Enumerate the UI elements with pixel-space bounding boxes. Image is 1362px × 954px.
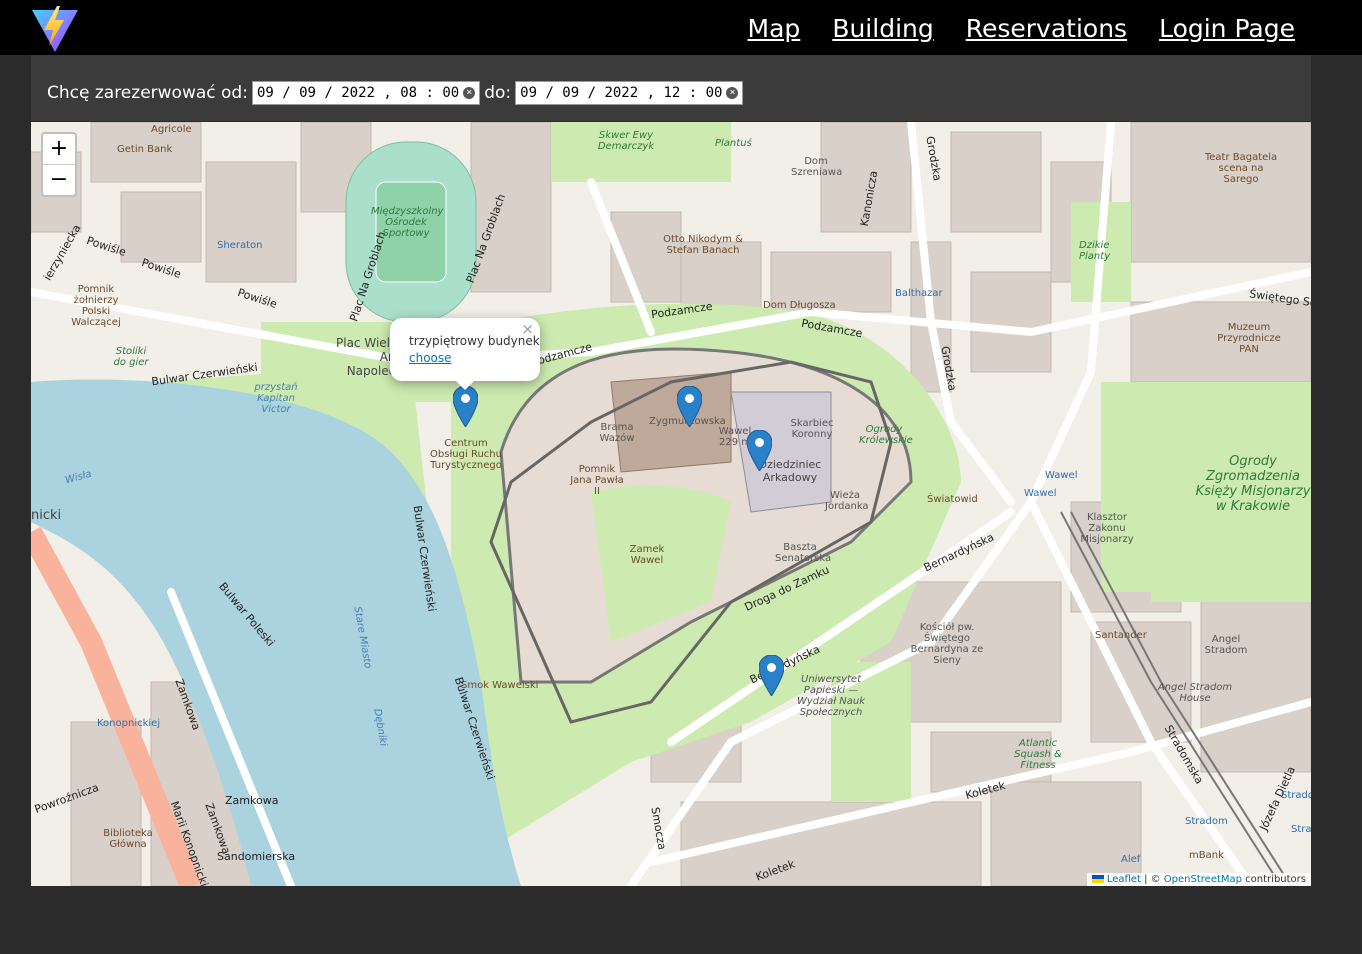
ukraine-flag-icon: [1091, 875, 1104, 883]
label-biblioteka: Biblioteka Główna: [103, 828, 153, 850]
label-santander: Santander: [1095, 630, 1147, 641]
from-datetime-value: 09 / 09 / 2022 , 08 : 00: [256, 85, 460, 101]
nav-link-map[interactable]: Map: [748, 14, 801, 43]
nav-link-reservations[interactable]: Reservations: [966, 14, 1127, 43]
label-klasztor: Klasztor Zakonu Misjonarzy: [1080, 512, 1134, 545]
label-smok: Smok Wawelski: [461, 680, 539, 691]
from-clear-icon[interactable]: ×: [463, 87, 476, 99]
label-pomnik-zolnierzy: Pomnik żołnierzy Polski Walczącej: [71, 284, 121, 328]
map-marker-icon[interactable]: [453, 386, 478, 427]
top-navbar: Map Building Reservations Login Page: [0, 0, 1362, 55]
label-zamkowa-2: Zamkowa: [225, 794, 279, 807]
label-stradom-2: Stradom: [1281, 790, 1311, 801]
nav-links: Map Building Reservations Login Page: [748, 14, 1295, 43]
marker-popup: × trzypiętrowy budynek choose: [390, 318, 540, 390]
zoom-out-button[interactable]: −: [43, 165, 75, 195]
to-clear-icon[interactable]: ×: [726, 87, 739, 99]
label-sheraton: Sheraton: [217, 240, 263, 251]
map-container[interactable]: Agricole Getin Bank Sheraton Międzyszkol…: [31, 122, 1311, 886]
label-centrum: Centrum Obsługi Ruchu Turystycznego: [430, 438, 502, 471]
label-stradom: Stradom: [1185, 816, 1228, 827]
zoom-control: + −: [41, 132, 77, 197]
popup-text: trzypiętrowy budynek: [409, 334, 540, 348]
vite-logo-icon[interactable]: [30, 4, 80, 54]
from-datetime-input[interactable]: 09 / 09 / 2022 , 08 : 00 ×: [251, 81, 481, 105]
label-zamek: Zamek Wawel: [629, 544, 665, 566]
map-marker-icon[interactable]: [759, 655, 784, 696]
popup-tip: [455, 380, 475, 390]
label-skwer: Skwer Ewy Demarczyk: [597, 130, 655, 152]
label-wawel-stop-2: Wawel: [1024, 488, 1057, 499]
label-plantus: Plantuś: [715, 138, 752, 149]
attribution-sep: | ©: [1140, 874, 1164, 885]
label-swiatowid: Światowid: [927, 494, 978, 505]
label-brama: Brama Wazów: [599, 422, 635, 444]
label-przystan: przystań Kapitan Victor: [254, 382, 298, 415]
from-label: Chcę zarezerwować od:: [47, 83, 248, 103]
label-bagatela: Teatr Bagatela scena na Sarego: [1204, 152, 1278, 185]
label-getin: Getin Bank: [117, 144, 173, 155]
label-ogrody-ksiezy: Ogrody Zgromadzenia Księży Misjonarzy w …: [1195, 454, 1311, 514]
label-mbank: mBank: [1189, 850, 1224, 861]
label-skarbiec: Skarbiec Koronny: [790, 418, 834, 440]
zoom-in-button[interactable]: +: [43, 134, 75, 165]
reservation-filter-panel: Chcę zarezerwować od: 09 / 09 / 2022 , 0…: [31, 55, 1311, 121]
to-datetime-value: 09 / 09 / 2022 , 12 : 00: [520, 85, 723, 101]
attribution-suffix: contributors: [1242, 874, 1306, 885]
label-dom-szreniawa: Dom Szreniawa: [791, 156, 843, 178]
date-range-form: Chcę zarezerwować od: 09 / 09 / 2022 , 0…: [47, 81, 747, 105]
label-dzikie: Dzikie Planty: [1079, 240, 1111, 262]
label-kosciol: Kościół pw. Świętego Bernardyna ze Sieny: [910, 622, 984, 666]
map-marker-icon[interactable]: [677, 386, 702, 427]
to-label: do:: [484, 83, 512, 103]
label-otto: Otto Nikodym & Stefan Banach: [663, 234, 743, 256]
label-angel: Angel Stradom: [1204, 634, 1248, 656]
label-agricole: Agricole: [151, 124, 192, 135]
label-balthazar: Balthazar: [895, 288, 943, 299]
label-angel-house: Angel Stradom House: [1157, 682, 1233, 704]
label-konopnickiej: Konopnickiej: [97, 718, 161, 729]
to-datetime-input[interactable]: 09 / 09 / 2022 , 12 : 00 ×: [515, 81, 744, 105]
leaflet-link[interactable]: Leaflet: [1107, 874, 1141, 885]
osm-link[interactable]: OpenStreetMap: [1164, 874, 1242, 885]
label-stra: Stra: [1291, 824, 1311, 835]
label-pomnik-jp: Pomnik Jana Pawła II: [570, 464, 624, 497]
map-marker-icon[interactable]: [747, 430, 772, 471]
label-stoliki: Stoliki do gier: [113, 346, 149, 368]
nav-link-login[interactable]: Login Page: [1159, 14, 1295, 43]
label-alef: Alef: [1121, 854, 1141, 865]
nav-link-building[interactable]: Building: [832, 14, 933, 43]
label-ogrody-krolewskie: Ogrody Królewskie: [859, 424, 913, 446]
label-upap: Uniwersytet Papieski — Wydział Nauk Społ…: [796, 674, 866, 718]
label-atlantic: Atlantic Squash & Fitness: [1014, 738, 1062, 771]
label-nicki: nicki: [31, 508, 62, 523]
label-dom-dlugosza: Dom Długosza: [763, 300, 836, 311]
popup-choose-link[interactable]: choose: [409, 351, 452, 365]
label-baszta: Baszta Senatorska: [775, 542, 832, 564]
map-attribution: Leaflet | © OpenStreetMap contributors: [1086, 873, 1311, 886]
label-wawel-stop-1: Wawel: [1045, 470, 1078, 481]
label-sandomierska: Sandomierska: [217, 850, 296, 863]
label-muzeum: Muzeum Przyrodnicze PAN: [1217, 322, 1281, 355]
label-wieza: Wieża Jordanka: [825, 490, 869, 512]
